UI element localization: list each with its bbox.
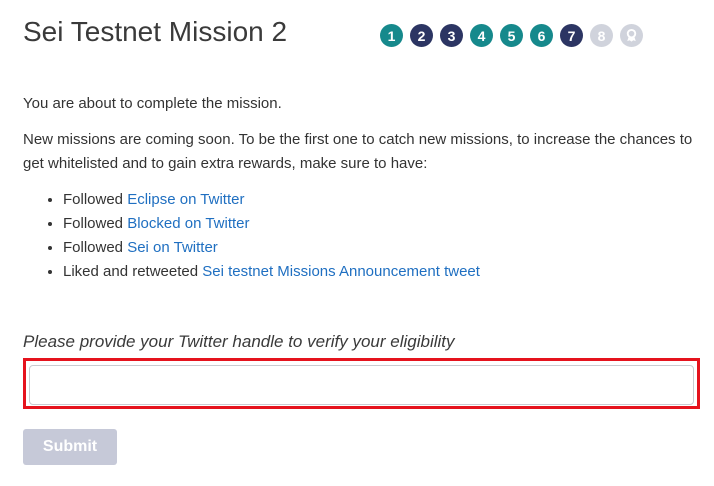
step-8-indicator: 8	[590, 24, 613, 47]
checklist-item: Followed Eclipse on Twitter	[63, 188, 693, 212]
blocked-twitter-link[interactable]: Blocked on Twitter	[127, 215, 249, 232]
intro-text: You are about to complete the mission.	[23, 95, 282, 112]
checklist-item-prefix: Followed	[63, 215, 128, 232]
twitter-handle-label: Please provide your Twitter handle to ve…	[23, 332, 455, 351]
checklist-item-prefix: Followed	[63, 239, 128, 256]
checklist-item-prefix: Followed	[63, 191, 128, 208]
step-2-indicator[interactable]: 2	[410, 24, 433, 47]
checklist-item: Followed Blocked on Twitter	[63, 212, 693, 236]
step-5-indicator[interactable]: 5	[500, 24, 523, 47]
checklist-item-prefix: Liked and retweeted	[63, 263, 203, 280]
checklist-item: Liked and retweeted Sei testnet Missions…	[63, 260, 693, 284]
step-1-indicator[interactable]: 1	[380, 24, 403, 47]
eclipse-twitter-link[interactable]: Eclipse on Twitter	[127, 191, 244, 208]
mission-steps: 1 2 3 4 5 6 7 8	[380, 24, 643, 47]
description-text: New missions are coming soon. To be the …	[23, 131, 693, 172]
announcement-tweet-link[interactable]: Sei testnet Missions Announcement tweet	[202, 263, 480, 280]
mission-content: You are about to complete the mission. N…	[23, 92, 693, 284]
sei-twitter-link[interactable]: Sei on Twitter	[127, 239, 218, 256]
step-7-indicator[interactable]: 7	[560, 24, 583, 47]
twitter-handle-input[interactable]	[29, 365, 694, 405]
checklist: Followed Eclipse on Twitter Followed Blo…	[23, 188, 693, 284]
submit-button[interactable]: Submit	[23, 429, 117, 465]
step-6-indicator[interactable]: 6	[530, 24, 553, 47]
step-reward-indicator	[620, 24, 643, 47]
checklist-item: Followed Sei on Twitter	[63, 236, 693, 260]
award-icon	[626, 28, 637, 42]
page-title: Sei Testnet Mission 2	[23, 16, 288, 47]
step-4-indicator[interactable]: 4	[470, 24, 493, 47]
step-3-indicator[interactable]: 3	[440, 24, 463, 47]
input-highlight	[23, 358, 700, 409]
